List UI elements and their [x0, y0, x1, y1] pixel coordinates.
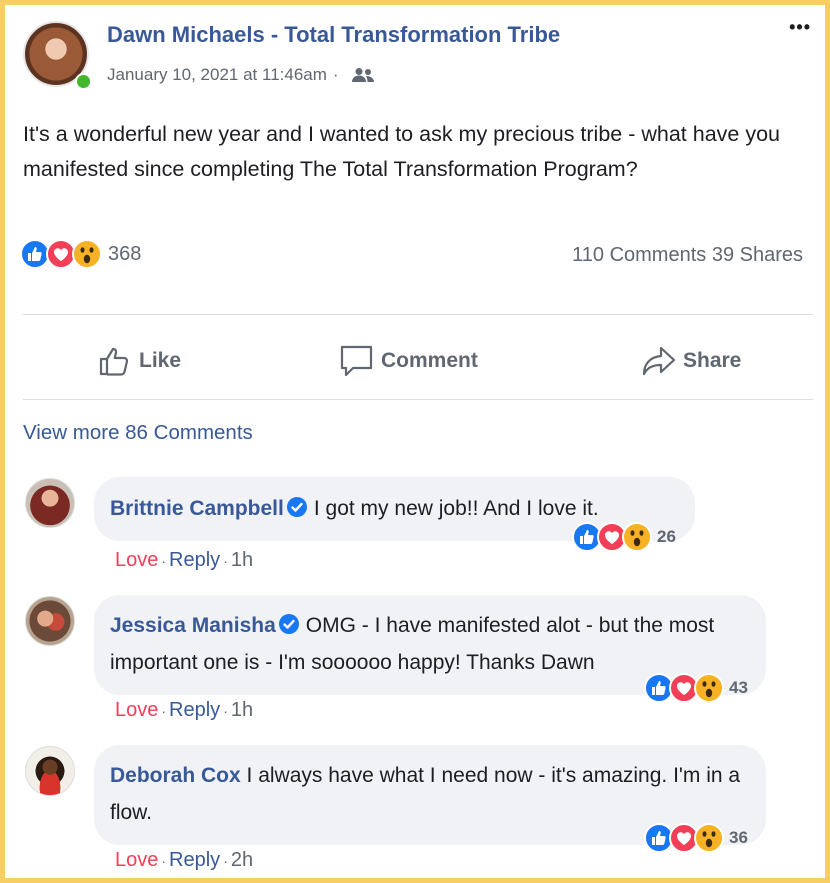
reply-link[interactable]: Reply: [169, 849, 220, 871]
post-timestamp[interactable]: January 10, 2021 at 11:46am: [107, 65, 327, 85]
love-reaction-link[interactable]: Love: [115, 699, 158, 721]
online-status-dot: [75, 73, 92, 90]
post-author-name[interactable]: Dawn Michaels - Total Transformation Tri…: [107, 22, 560, 48]
commenter-name[interactable]: Brittnie Campbell: [110, 497, 284, 520]
comment-label: Comment: [381, 349, 478, 372]
comment-time[interactable]: 1h: [231, 699, 253, 721]
meta-separator: ·: [332, 65, 339, 84]
commenter-avatar[interactable]: [25, 596, 75, 646]
wow-reaction-icon: [694, 673, 724, 703]
love-reaction-link[interactable]: Love: [115, 849, 158, 871]
commenter-name[interactable]: Deborah Cox: [110, 764, 241, 787]
comment-actions: Love · Reply · 1h: [115, 549, 254, 571]
comment-button[interactable]: Comment: [339, 343, 478, 379]
wow-reaction-icon: [72, 239, 102, 269]
group-audience-icon[interactable]: [351, 67, 375, 83]
verified-badge-icon: [278, 614, 299, 634]
comment-reactions[interactable]: 26: [572, 522, 676, 552]
reaction-count: 368: [108, 242, 142, 265]
comment-reaction-count: 36: [729, 828, 748, 847]
share-arrow-icon: [642, 346, 676, 376]
comment-reaction-count: 43: [729, 678, 748, 697]
more-options-icon[interactable]: •••: [789, 17, 811, 38]
comment-reactions[interactable]: 36: [644, 823, 748, 853]
verified-badge-icon: [286, 497, 307, 517]
comment-time[interactable]: 1h: [231, 549, 253, 571]
commenter-avatar[interactable]: [25, 478, 75, 528]
view-more-comments-link[interactable]: View more 86 Comments: [23, 421, 253, 445]
comment-actions: Love · Reply · 1h: [115, 699, 254, 721]
post-reactions-summary[interactable]: 368: [20, 239, 141, 269]
comment-text: I got my new job!! And I love it.: [313, 497, 599, 520]
divider-top: [23, 314, 813, 315]
comments-shares-count[interactable]: 110 Comments 39 Shares: [572, 244, 803, 267]
share-label: Share: [683, 349, 742, 372]
post-card: Dawn Michaels - Total Transformation Tri…: [0, 0, 830, 883]
commenter-name[interactable]: Jessica Manisha: [110, 614, 276, 637]
comment-actions: Love · Reply · 2h: [115, 849, 254, 871]
wow-reaction-icon: [694, 823, 724, 853]
wow-reaction-icon: [622, 522, 652, 552]
comment-reaction-count: 26: [657, 527, 676, 546]
comment-reactions[interactable]: 43: [644, 673, 748, 703]
post-meta: January 10, 2021 at 11:46am ·: [107, 65, 375, 85]
divider-bottom: [23, 399, 813, 400]
share-button[interactable]: Share: [641, 343, 741, 379]
reply-link[interactable]: Reply: [169, 549, 220, 571]
commenter-avatar[interactable]: [25, 746, 75, 796]
thumbs-up-icon: [99, 347, 129, 376]
comment-time[interactable]: 2h: [231, 849, 253, 871]
speech-bubble-icon: [340, 345, 373, 377]
reply-link[interactable]: Reply: [169, 699, 220, 721]
like-button[interactable]: Like: [97, 343, 181, 379]
like-label: Like: [139, 349, 182, 372]
post-body-text: It's a wonderful new year and I wanted t…: [23, 122, 780, 181]
love-reaction-link[interactable]: Love: [115, 549, 158, 571]
